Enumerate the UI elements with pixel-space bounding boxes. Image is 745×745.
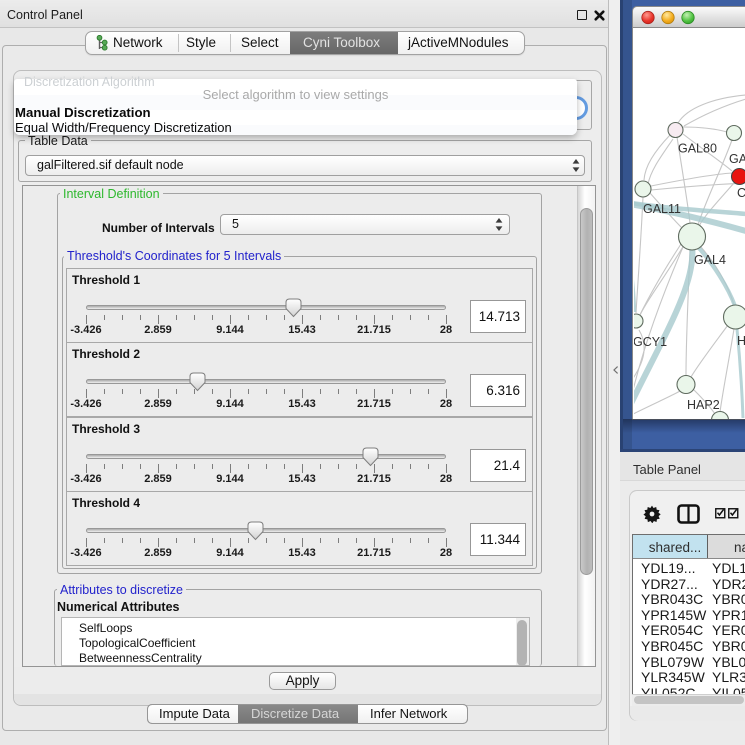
svg-text:GAL11: GAL11 (643, 202, 681, 216)
svg-text:GAL80: GAL80 (678, 142, 717, 156)
svg-text:CD: CD (737, 186, 745, 200)
svg-text:GAL4: GAL4 (694, 253, 726, 267)
svg-text:HIS: HIS (737, 334, 745, 348)
svg-text:HAP2: HAP2 (687, 398, 720, 412)
svg-text:GAL: GAL (729, 152, 745, 166)
svg-text:GCY1: GCY1 (634, 335, 667, 349)
